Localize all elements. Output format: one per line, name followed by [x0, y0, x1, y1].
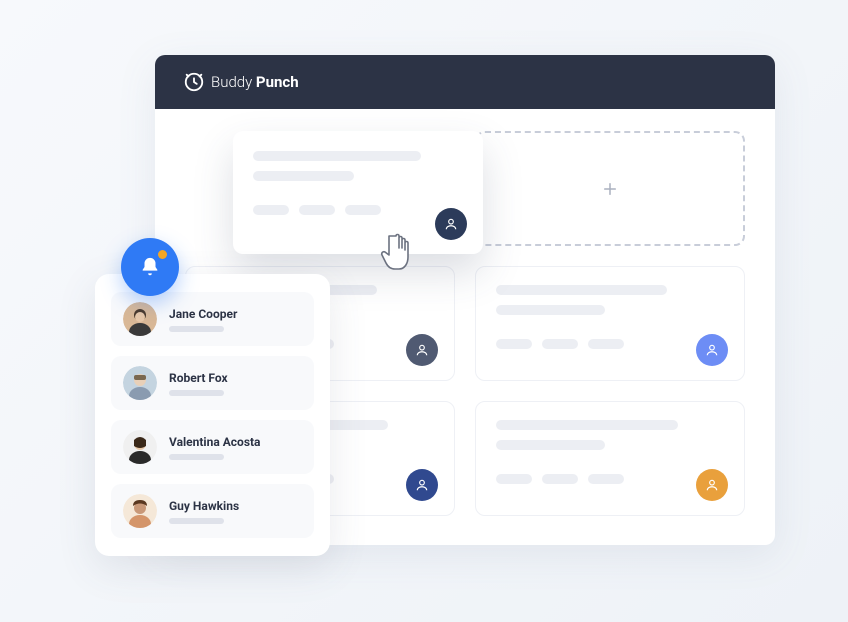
user-icon: [415, 478, 429, 492]
notification-item[interactable]: Robert Fox: [111, 356, 314, 410]
skeleton-pill: [542, 474, 578, 484]
avatar: [123, 366, 157, 400]
skeleton-pill: [253, 205, 289, 215]
assignee-avatar[interactable]: [406, 469, 438, 501]
notifications-button[interactable]: [121, 238, 179, 296]
brand-name: Buddy Punch: [211, 73, 299, 91]
assignee-avatar[interactable]: [696, 334, 728, 366]
avatar: [123, 302, 157, 336]
skeleton-line: [169, 518, 224, 524]
person-name: Robert Fox: [169, 371, 302, 385]
user-icon: [705, 343, 719, 357]
notification-item[interactable]: Valentina Acosta: [111, 420, 314, 474]
assignee-avatar[interactable]: [696, 469, 728, 501]
person-name: Jane Cooper: [169, 307, 302, 321]
skeleton-pill: [588, 339, 624, 349]
notification-item[interactable]: Guy Hawkins: [111, 484, 314, 538]
skeleton-pill: [496, 474, 532, 484]
skeleton-line: [169, 390, 224, 396]
skeleton-line: [169, 454, 224, 460]
shift-card[interactable]: [475, 266, 745, 381]
pointer-cursor-icon: [380, 228, 422, 276]
skeleton-pill: [588, 474, 624, 484]
skeleton-line: [169, 326, 224, 332]
notification-item[interactable]: Jane Cooper: [111, 292, 314, 346]
brand-logo: Buddy Punch: [183, 71, 299, 93]
dragging-shift-card[interactable]: [233, 131, 483, 254]
person-name: Guy Hawkins: [169, 499, 302, 513]
person-name: Valentina Acosta: [169, 435, 302, 449]
clock-icon: [183, 71, 205, 93]
skeleton-pill: [345, 205, 381, 215]
app-header: Buddy Punch: [155, 55, 775, 109]
user-icon: [415, 343, 429, 357]
user-icon: [444, 217, 458, 231]
plus-icon: [601, 180, 619, 198]
user-icon: [705, 478, 719, 492]
skeleton-line: [496, 440, 605, 450]
skeleton-pill: [542, 339, 578, 349]
skeleton-line: [496, 285, 667, 295]
skeleton-line: [253, 171, 354, 181]
skeleton-line: [253, 151, 421, 161]
skeleton-line: [496, 420, 678, 430]
notifications-panel: Jane Cooper Robert Fox Valentina Acosta …: [95, 274, 330, 556]
assignee-avatar[interactable]: [435, 208, 467, 240]
add-shift-slot[interactable]: [475, 131, 745, 246]
shift-card[interactable]: [475, 401, 745, 516]
skeleton-pill: [496, 339, 532, 349]
skeleton-pill: [299, 205, 335, 215]
bell-icon: [139, 256, 161, 278]
avatar: [123, 494, 157, 528]
skeleton-line: [496, 305, 605, 315]
assignee-avatar[interactable]: [406, 334, 438, 366]
avatar: [123, 430, 157, 464]
